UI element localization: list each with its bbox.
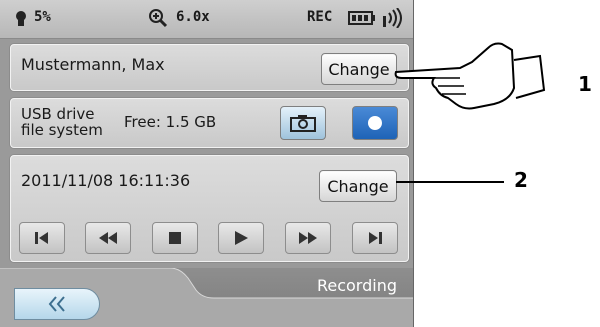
footer-bar: Recording: [0, 268, 413, 327]
storage-type-line1: USB drive: [21, 105, 95, 123]
rewind-icon: [99, 232, 117, 244]
change-datetime-button[interactable]: Change: [319, 170, 397, 202]
zoom-icon: [149, 9, 168, 28]
status-bar: 5% 6.0x REC: [0, 0, 413, 39]
rec-indicator: REC: [307, 9, 333, 25]
skip-end-icon: [369, 232, 382, 244]
device-screen: 5% 6.0x REC Mustermann, Max Change USB d…: [0, 0, 414, 327]
storage-type-line2: file system: [21, 121, 103, 139]
storage-panel: USB drive file system Free: 1.5 GB: [10, 98, 409, 148]
back-button[interactable]: [14, 288, 100, 320]
battery-percent: 5%: [34, 9, 51, 25]
skip-start-button[interactable]: [19, 222, 65, 254]
double-chevron-left-icon: [48, 296, 65, 312]
play-button[interactable]: [218, 222, 264, 254]
pointing-hand-icon: [394, 42, 546, 110]
datetime-value: 2011/11/08 16:11:36: [21, 171, 191, 190]
change-recipient-button[interactable]: Change: [321, 53, 397, 85]
callout-number-1: 1: [578, 72, 592, 96]
stop-button[interactable]: [152, 222, 198, 254]
callout-line-2: [396, 181, 504, 183]
battery-icon: [348, 11, 375, 25]
callout-number-2: 2: [514, 168, 528, 192]
play-icon: [235, 231, 248, 245]
camera-icon: [290, 115, 316, 132]
recipient-name: Mustermann, Max: [21, 55, 165, 74]
fast-forward-button[interactable]: [285, 222, 331, 254]
zoom-level: 6.0x: [176, 9, 210, 25]
storage-free: Free: 1.5 GB: [124, 113, 217, 131]
datetime-playback-panel: 2011/11/08 16:11:36 Change: [10, 155, 409, 262]
rewind-button[interactable]: [85, 222, 131, 254]
fast-forward-icon: [299, 232, 317, 244]
recipient-panel: Mustermann, Max Change: [10, 44, 409, 91]
skip-end-button[interactable]: [352, 222, 398, 254]
skip-start-icon: [35, 232, 48, 244]
camera-button[interactable]: [280, 106, 326, 140]
record-dot-icon: [368, 116, 382, 130]
signal-icon: [383, 8, 402, 28]
bulb-icon: [16, 11, 26, 26]
stop-icon: [169, 232, 181, 244]
footer-screen-label: Recording: [316, 276, 397, 295]
